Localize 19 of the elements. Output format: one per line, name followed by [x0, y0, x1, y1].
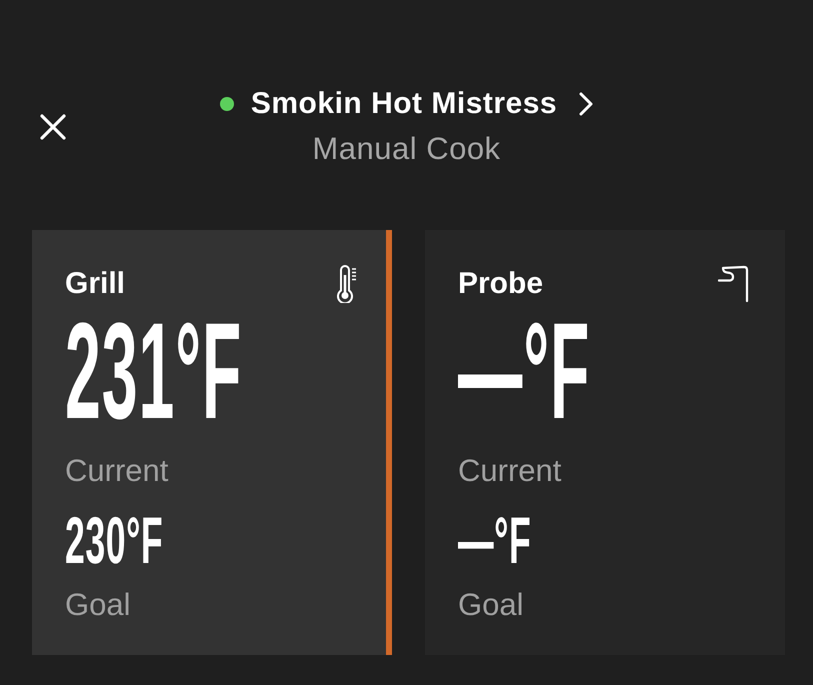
- card-title: Grill: [65, 266, 126, 302]
- temperature-card[interactable]: Grill 231°F Current 230°F Goal: [32, 230, 392, 656]
- goal-label: Goal: [65, 586, 130, 623]
- current-temperature: 231°F: [65, 317, 242, 427]
- current-temperature: —°F: [458, 317, 590, 427]
- close-button[interactable]: [40, 114, 66, 140]
- card-title: Probe: [458, 266, 544, 302]
- goal-temperature: 230°F: [65, 514, 164, 567]
- thermometer-icon: [335, 265, 357, 304]
- current-label: Current: [65, 452, 168, 489]
- current-label: Current: [458, 452, 562, 489]
- probe-icon: [718, 265, 750, 304]
- cook-mode-label: Manual Cook: [312, 130, 501, 168]
- temperature-card[interactable]: Probe —°F Current —°F Goal: [425, 230, 785, 656]
- goal-temperature: —°F: [458, 514, 532, 567]
- device-name-button[interactable]: Smokin Hot Mistress: [250, 86, 594, 122]
- chevron-right-icon: [579, 92, 594, 116]
- close-icon: [40, 114, 66, 140]
- goal-label: Goal: [458, 586, 524, 623]
